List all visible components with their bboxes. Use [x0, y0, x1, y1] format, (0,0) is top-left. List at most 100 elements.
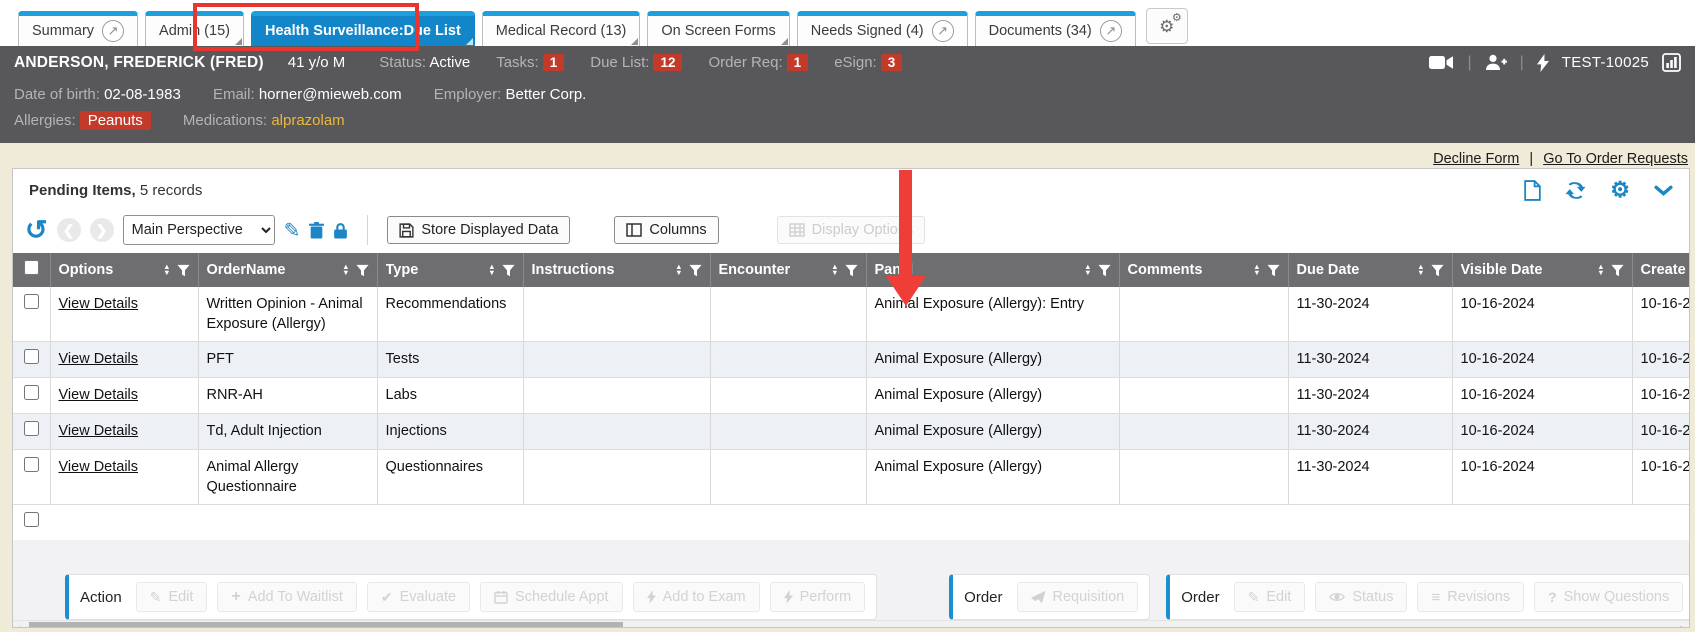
next-perspective-icon[interactable]: ❯ — [90, 218, 114, 242]
status-value: Active — [429, 54, 470, 71]
button-label: Edit — [1266, 589, 1291, 605]
lightning-bolt-icon[interactable] — [1537, 54, 1549, 72]
tab-on-screen-forms[interactable]: On Screen Forms — [647, 11, 789, 46]
create-date-cell: 10-16-2024 — [1632, 450, 1689, 505]
tab-needs-signed[interactable]: Needs Signed (4) ↗ — [797, 11, 968, 46]
order-req-label: Order Req: — [708, 54, 782, 71]
open-in-new-icon[interactable]: ↗ — [102, 20, 124, 42]
medications-value[interactable]: alprazolam — [271, 112, 344, 129]
store-displayed-data-button[interactable]: Store Displayed Data — [387, 216, 570, 244]
display-options-button[interactable]: Display Options — [777, 216, 926, 244]
order-name-cell: RNR-AH — [198, 378, 377, 414]
schedule-appt-button[interactable]: Schedule Appt — [480, 582, 623, 612]
bar-label: Order — [964, 589, 1002, 606]
scroll-right-arrow-icon[interactable]: ▸ — [1680, 621, 1686, 628]
filter-funnel-icon[interactable] — [1267, 264, 1280, 277]
status-label: Status: — [379, 54, 426, 71]
view-details-link[interactable]: View Details — [59, 459, 139, 475]
settings-gear-icon[interactable]: ⚙ — [1610, 179, 1630, 201]
collapse-chevron-icon[interactable] — [1654, 185, 1673, 196]
view-details-link[interactable]: View Details — [59, 423, 139, 439]
panel-cell: Animal Exposure (Allergy) — [866, 378, 1119, 414]
perform-button[interactable]: Perform — [770, 582, 866, 612]
open-in-new-icon[interactable]: ↗ — [1100, 20, 1122, 42]
footer-checkbox[interactable] — [24, 512, 39, 527]
scrollbar-thumb[interactable] — [29, 622, 623, 628]
refresh-icon[interactable] — [1565, 180, 1586, 201]
row-checkbox[interactable] — [24, 421, 39, 436]
row-checkbox[interactable] — [24, 385, 39, 400]
status-button[interactable]: Status — [1315, 582, 1407, 612]
sort-icon[interactable]: ▲▼ — [1084, 264, 1091, 276]
edit-perspective-pencil-icon[interactable]: ✎ — [284, 218, 301, 243]
esign-count-badge[interactable]: 3 — [881, 54, 903, 71]
filter-funnel-icon[interactable] — [1431, 264, 1444, 277]
sort-icon[interactable]: ▲▼ — [1597, 264, 1604, 276]
decline-form-link[interactable]: Decline Form — [1433, 151, 1519, 167]
filter-funnel-icon[interactable] — [845, 264, 858, 277]
row-checkbox[interactable] — [24, 294, 39, 309]
lock-perspective-icon[interactable] — [333, 222, 348, 239]
instructions-cell — [523, 342, 710, 378]
bar-chart-icon[interactable] — [1662, 53, 1681, 72]
edit-button[interactable]: ✎Edit — [136, 582, 208, 612]
tab-documents[interactable]: Documents (34) ↗ — [975, 11, 1136, 46]
scroll-left-arrow-icon[interactable]: ◂ — [15, 621, 21, 628]
sort-icon[interactable]: ▲▼ — [831, 264, 838, 276]
sort-icon[interactable]: ▲▼ — [1417, 264, 1424, 276]
tasks-count-badge[interactable]: 1 — [543, 54, 565, 71]
row-select-cell — [13, 414, 50, 450]
open-in-new-icon[interactable]: ↗ — [932, 20, 954, 42]
edit-button[interactable]: ✎Edit — [1234, 582, 1306, 612]
show-questions-button[interactable]: ?Show Questions — [1534, 582, 1683, 612]
add-to-waitlist-button[interactable]: +Add To Waitlist — [217, 582, 356, 612]
order-req-count-badge[interactable]: 1 — [787, 54, 809, 71]
allergy-badge[interactable]: Peanuts — [80, 111, 151, 130]
add-person-icon[interactable] — [1485, 54, 1507, 71]
sort-icon[interactable]: ▲▼ — [488, 264, 495, 276]
view-details-link[interactable]: View Details — [59, 296, 139, 312]
delete-perspective-trash-icon[interactable] — [309, 222, 324, 239]
row-checkbox[interactable] — [24, 457, 39, 472]
instructions-cell — [523, 414, 710, 450]
filter-funnel-icon[interactable] — [689, 264, 702, 277]
video-camera-icon[interactable] — [1429, 55, 1454, 70]
sort-icon[interactable]: ▲▼ — [342, 264, 349, 276]
columns-button[interactable]: Columns — [614, 216, 718, 244]
tab-settings-button[interactable]: ⚙⚙ — [1146, 8, 1188, 44]
tab-admin[interactable]: Admin (15) — [145, 11, 244, 46]
filter-funnel-icon[interactable] — [1098, 264, 1111, 277]
comments-cell — [1119, 342, 1288, 378]
undo-icon[interactable]: ↺ — [25, 219, 48, 241]
view-details-link[interactable]: View Details — [59, 351, 139, 367]
sort-icon[interactable]: ▲▼ — [1253, 264, 1260, 276]
filter-funnel-icon[interactable] — [502, 264, 515, 277]
table-row: View Details PFT Tests Animal Exposure (… — [13, 342, 1689, 378]
add-to-exam-button[interactable]: Add to Exam — [633, 582, 760, 612]
calendar-icon — [494, 590, 508, 604]
evaluate-button[interactable]: ✔Evaluate — [367, 582, 470, 612]
select-all-checkbox[interactable] — [24, 260, 39, 275]
previous-perspective-icon[interactable]: ❮ — [57, 218, 81, 242]
filter-funnel-icon[interactable] — [1611, 264, 1624, 277]
requisition-button[interactable]: Requisition — [1017, 582, 1139, 612]
due-list-count-badge[interactable]: 12 — [653, 54, 682, 71]
sort-icon[interactable]: ▲▼ — [163, 264, 170, 276]
filter-funnel-icon[interactable] — [177, 264, 190, 277]
filter-funnel-icon[interactable] — [356, 264, 369, 277]
tab-summary[interactable]: Summary ↗ — [18, 11, 138, 46]
encounter-cell — [710, 414, 866, 450]
row-checkbox[interactable] — [24, 349, 39, 364]
tab-medical-record[interactable]: Medical Record (13) — [482, 11, 641, 46]
revisions-button[interactable]: ≡Revisions — [1417, 582, 1524, 612]
allergies-label: Allergies: — [14, 112, 76, 129]
tab-health-surveillance-due-list[interactable]: Health Surveillance:Due List — [251, 11, 475, 46]
new-document-icon[interactable] — [1524, 180, 1541, 201]
select-all-cell — [13, 253, 50, 287]
horizontal-scrollbar: ◂ ▸ — [13, 620, 1689, 628]
view-details-link[interactable]: View Details — [59, 387, 139, 403]
panel-title: Pending Items, — [29, 182, 136, 199]
perspective-select[interactable]: Main Perspective — [123, 215, 275, 245]
go-to-order-requests-link[interactable]: Go To Order Requests — [1543, 151, 1688, 167]
sort-icon[interactable]: ▲▼ — [675, 264, 682, 276]
